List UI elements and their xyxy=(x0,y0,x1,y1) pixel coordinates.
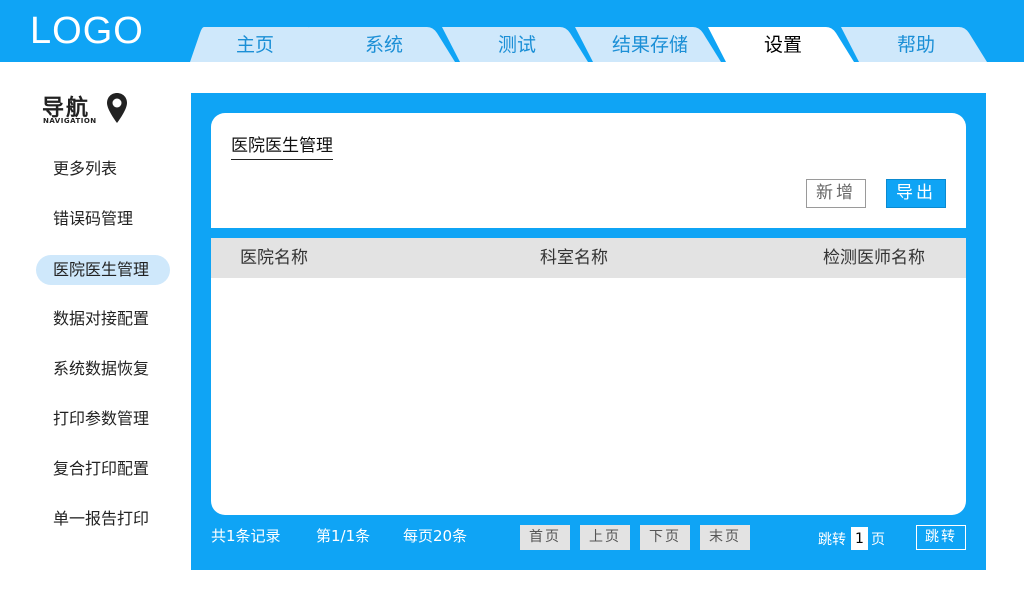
jump-suffix: 页 xyxy=(871,532,885,548)
column-hospital-name: 医院名称 xyxy=(240,248,308,268)
prev-page-button[interactable]: 上页 xyxy=(580,525,630,550)
main-tabs: 主页 系统 测试 结果存储 设置 帮助 xyxy=(190,27,1024,62)
table-header: 医院名称 科室名称 检测医师名称 xyxy=(211,238,966,278)
sidebar-item-print-params[interactable]: 打印参数管理 xyxy=(36,404,170,434)
sidebar-item-composite-print[interactable]: 复合打印配置 xyxy=(36,454,170,484)
total-records: 共1条记录 xyxy=(211,527,281,545)
sidebar-item-error-codes[interactable]: 错误码管理 xyxy=(36,204,170,234)
page-title: 医院医生管理 xyxy=(231,131,333,160)
column-doctor-name: 检测医师名称 xyxy=(823,248,925,268)
first-page-button[interactable]: 首页 xyxy=(520,525,570,550)
tab-result-storage-label: 结果存储 xyxy=(611,34,688,56)
sidebar-item-single-report-print[interactable]: 单一报告打印 xyxy=(36,504,170,534)
nav-header: 导航 NAVIGATION xyxy=(42,90,142,130)
toolbar-card: 医院医生管理 新增 导出 xyxy=(211,113,966,228)
last-page-button[interactable]: 末页 xyxy=(700,525,750,550)
export-button[interactable]: 导出 xyxy=(886,179,946,208)
nav-subtitle: NAVIGATION xyxy=(43,117,97,125)
jump-prefix: 跳转 xyxy=(818,532,846,548)
tab-home-label: 主页 xyxy=(235,34,274,56)
add-button[interactable]: 新增 xyxy=(806,179,866,208)
next-page-button[interactable]: 下页 xyxy=(640,525,690,550)
main-panel: 医院医生管理 新增 导出 医院名称 科室名称 检测医师名称 共1条记录 第1/1… xyxy=(191,93,986,570)
tab-help-label: 帮助 xyxy=(896,34,935,56)
sidebar-item-data-restore[interactable]: 系统数据恢复 xyxy=(36,354,170,384)
tab-settings-label: 设置 xyxy=(763,34,802,56)
top-bar: LOGO 主页 系统 测试 结果存储 设置 帮助 xyxy=(0,0,1024,62)
sidebar-item-data-interface[interactable]: 数据对接配置 xyxy=(36,304,170,334)
jump-page-input[interactable] xyxy=(851,527,868,550)
per-page: 每页20条 xyxy=(403,527,468,545)
sidebar-item-hospital-doctors[interactable]: 医院医生管理 xyxy=(36,255,170,285)
sidebar-item-more-list[interactable]: 更多列表 xyxy=(36,154,170,184)
logo: LOGO xyxy=(30,10,144,52)
column-department-name: 科室名称 xyxy=(540,248,608,268)
tab-help[interactable]: 帮助 xyxy=(841,27,1011,62)
data-table: 医院名称 科室名称 检测医师名称 xyxy=(211,238,966,515)
location-pin-icon xyxy=(107,93,127,123)
page-indicator: 第1/1条 xyxy=(316,527,371,545)
tab-system-label: 系统 xyxy=(364,34,403,56)
tab-test-label: 测试 xyxy=(497,34,536,56)
jump-button[interactable]: 跳转 xyxy=(916,525,966,550)
sidebar: 导航 NAVIGATION 更多列表 错误码管理 医院医生管理 数据对接配置 系… xyxy=(0,62,190,600)
